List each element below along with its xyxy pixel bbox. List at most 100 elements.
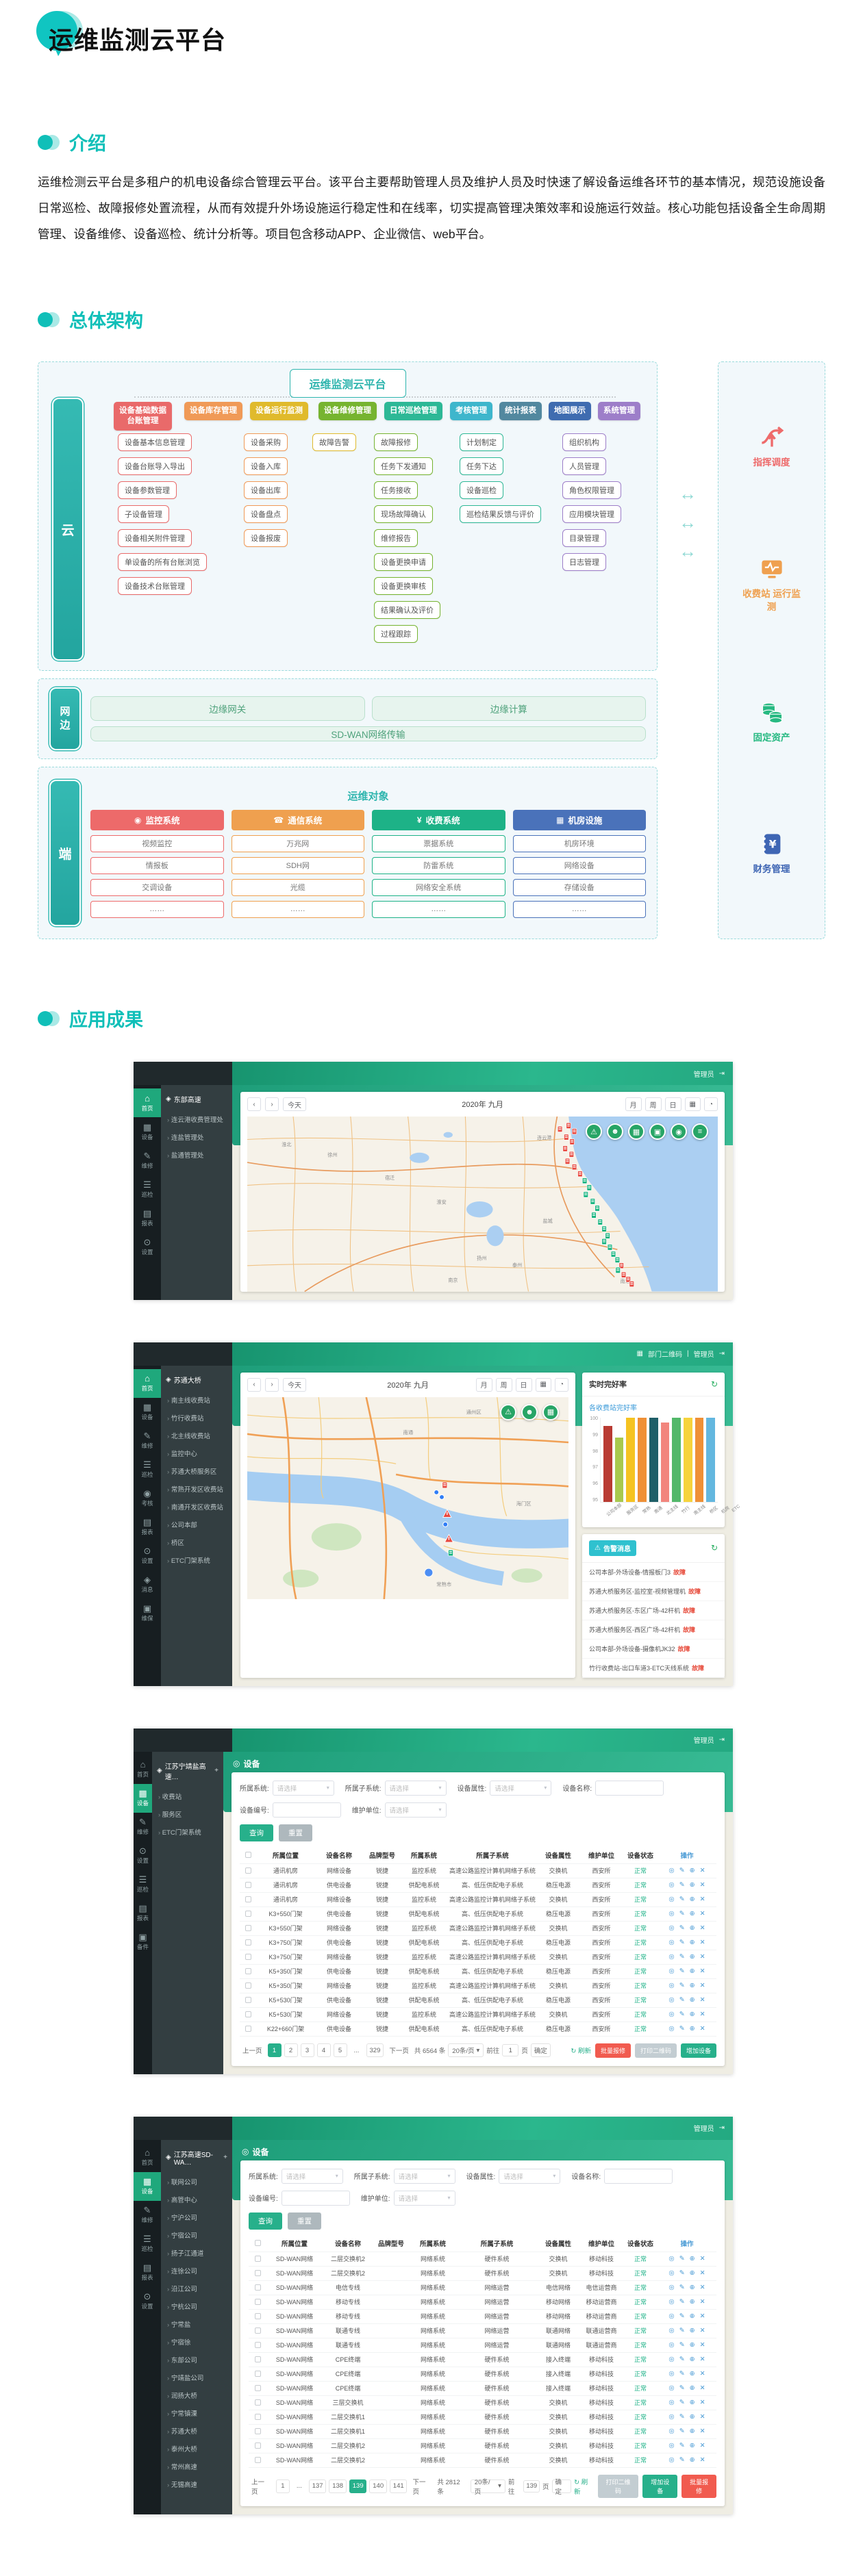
tool-icon[interactable]: ⊕ [690, 1939, 695, 1946]
table-row[interactable]: K5+530门架供电设备锐捷供配电系统高、低压供配电子系统稳压电源西安所正常◎✎… [240, 1993, 716, 2008]
rail-item-消息[interactable]: ◈消息 [134, 1570, 161, 1599]
nav-item[interactable]: ETC门架系统 [161, 1551, 232, 1569]
map-tool-button[interactable]: ▦ [628, 1123, 645, 1140]
view-icon[interactable]: ◎ [668, 2370, 674, 2377]
logout-icon[interactable]: ⇥ [719, 1350, 725, 1357]
goto-page-input[interactable]: 1 [502, 2044, 518, 2056]
nav-item[interactable]: 北主线收费站 [161, 1427, 232, 1444]
table-row[interactable]: K3+550门架供电设备锐捷供配电系统高、低压供配电子系统稳压电源西安所正常◎✎… [240, 1907, 716, 1922]
table-row[interactable]: SD-WAN网络二层交换机1网络系统硬件系统交换机移动科技正常◎✎⊕✕ [249, 2410, 716, 2425]
page-button-5[interactable]: 5 [334, 2043, 347, 2057]
edit-icon[interactable]: ✎ [679, 2356, 685, 2363]
rail-item-设备[interactable]: ▦设备 [134, 1398, 161, 1427]
calendar-icon[interactable]: ▦ [685, 1097, 701, 1111]
nav-item[interactable]: 常州高速 [161, 2458, 232, 2475]
page-button-2[interactable]: 2 [284, 2043, 298, 2057]
goto-page-input[interactable]: 139 [523, 2480, 540, 2492]
nav-item[interactable]: 宁宿公司 [161, 2226, 232, 2244]
station-building-marker[interactable] [598, 1219, 603, 1225]
view-icon[interactable]: ◎ [668, 2413, 674, 2421]
view-icon[interactable]: ◎ [668, 1939, 674, 1946]
nav-item[interactable]: 无锡高速 [161, 2475, 232, 2493]
table-row[interactable]: 通讯机房供电设备锐捷供配电系统高、低压供配电子系统稳压电源西安所正常◎✎⊕✕ [240, 1878, 716, 1893]
map-tool-button[interactable]: ▣ [649, 1123, 666, 1140]
delete-icon[interactable]: ✕ [700, 2011, 705, 2018]
tool-icon[interactable]: ⊕ [690, 2284, 695, 2291]
edit-icon[interactable]: ✎ [679, 1953, 685, 1961]
station-building-marker[interactable] [605, 1233, 610, 1238]
station-building-marker[interactable] [590, 1199, 595, 1204]
nav-item[interactable]: 宁沪公司 [161, 2208, 232, 2226]
tool-icon[interactable]: ⊕ [690, 1967, 695, 1975]
station-building-marker[interactable] [616, 1268, 621, 1273]
row-checkbox[interactable] [255, 2328, 261, 2334]
row-checkbox[interactable] [255, 2256, 261, 2262]
tool-icon[interactable]: ⊕ [690, 1982, 695, 1989]
delete-icon[interactable]: ✕ [700, 2341, 705, 2349]
view-icon[interactable]: ◎ [668, 1967, 674, 1975]
position-marker[interactable] [440, 1494, 445, 1499]
table-row[interactable]: SD-WAN网络联通专线网络系统网络运营联通网络联通运营商正常◎✎⊕✕ [249, 2324, 716, 2338]
edit-icon[interactable]: ✎ [679, 2255, 685, 2262]
delete-icon[interactable]: ✕ [700, 1881, 705, 1889]
edit-icon[interactable]: ✎ [679, 2384, 685, 2392]
view-icon[interactable]: ◎ [668, 2456, 674, 2464]
rail-item-设备[interactable]: ▦设备 [134, 1784, 152, 1813]
rail-item-设备[interactable]: ▦设备 [134, 2172, 161, 2201]
row-checkbox[interactable] [245, 1867, 251, 1874]
rail-item-首页[interactable]: ⌂首页 [134, 1369, 161, 1398]
row-checkbox[interactable] [245, 2011, 251, 2017]
edit-icon[interactable]: ✎ [679, 2327, 685, 2334]
nav-item[interactable]: 东部公司 [161, 2351, 232, 2369]
page-button-141[interactable]: 141 [390, 2479, 408, 2493]
station-building-marker[interactable] [570, 1139, 575, 1145]
table-row[interactable]: 通讯机房网络设备锐捷监控系统高速公路监控计算机网络子系统交换机西安所正常◎✎⊕✕ [240, 1893, 716, 1907]
page-button-1[interactable]: 1 [276, 2479, 290, 2493]
page-button-137[interactable]: 137 [309, 2479, 327, 2493]
station-building-marker[interactable] [449, 1550, 453, 1556]
row-checkbox[interactable] [255, 2371, 261, 2377]
table-row[interactable]: K22+660门架供电设备锐捷供配电系统高、低压供配电子系统稳压电源西安所正常◎… [240, 2022, 716, 2037]
map-tool-button[interactable]: ⚠ [500, 1404, 516, 1420]
today-button[interactable]: 今天 [283, 1097, 306, 1111]
station-building-marker[interactable] [565, 1159, 570, 1164]
row-checkbox[interactable] [255, 2284, 261, 2291]
rail-item-设置[interactable]: ⊙设置 [134, 1841, 152, 1870]
page-button-下一页[interactable]: 下一页 [386, 2043, 412, 2057]
rail-item-维修[interactable]: ✎维修 [134, 2201, 161, 2230]
delete-icon[interactable]: ✕ [700, 1939, 705, 1946]
edit-icon[interactable]: ✎ [679, 2269, 685, 2277]
rail-item-巡检[interactable]: ☰巡检 [134, 1455, 161, 1484]
station-building-marker[interactable] [572, 1129, 577, 1134]
row-checkbox[interactable] [255, 2399, 261, 2406]
row-checkbox[interactable] [255, 2385, 261, 2391]
tool-icon[interactable]: ⊕ [690, 1867, 695, 1874]
edit-icon[interactable]: ✎ [679, 1982, 685, 1989]
page-button-1[interactable]: 1 [268, 2043, 282, 2057]
view-icon[interactable]: ◎ [668, 2427, 674, 2435]
view-icon[interactable]: ◎ [668, 2327, 674, 2334]
filter-input[interactable] [595, 1781, 664, 1796]
table-row[interactable]: K3+750门架供电设备锐捷供配电系统高、低压供配电子系统稳压电源西安所正常◎✎… [240, 1936, 716, 1950]
tool-icon[interactable]: ⊕ [690, 2298, 695, 2306]
rail-item-报表[interactable]: ▤报表 [134, 1513, 161, 1542]
nav-item[interactable]: 连云港收费管理处 [161, 1110, 232, 1128]
rail-item-设备[interactable]: ▦设备 [134, 1117, 161, 1146]
export-icon[interactable]: ◔ [704, 1097, 718, 1111]
view-icon[interactable]: ◎ [668, 1953, 674, 1961]
nav-item[interactable]: 宁靖盐公司 [161, 2369, 232, 2386]
page-button-下一页[interactable]: 下一页 [410, 2479, 434, 2493]
page-button-上一页[interactable]: 上一页 [240, 2043, 265, 2057]
edit-icon[interactable]: ✎ [679, 2370, 685, 2377]
table-row[interactable]: SD-WAN网络CPE终端网络系统硬件系统接入终端移动科技正常◎✎⊕✕ [249, 2382, 716, 2396]
table-row[interactable]: K3+750门架网络设备锐捷监控系统高速公路监控计算机网络子系统交换机西安所正常… [240, 1950, 716, 1965]
nav-item[interactable]: 苏通大桥服务区 [161, 1462, 232, 1480]
delete-icon[interactable]: ✕ [700, 2384, 705, 2392]
add-org-button[interactable]: + [214, 1767, 218, 1774]
station-building-marker[interactable] [629, 1281, 634, 1287]
table-row[interactable]: 通讯机房网络设备锐捷监控系统高速公路监控计算机网络子系统交换机西安所正常◎✎⊕✕ [240, 1864, 716, 1878]
prev-button[interactable]: ‹ [247, 1378, 261, 1392]
nav-item[interactable]: 连徐公司 [161, 2262, 232, 2280]
增加设备-button[interactable]: 增加设备 [642, 2475, 677, 2498]
edit-icon[interactable]: ✎ [679, 1881, 685, 1889]
